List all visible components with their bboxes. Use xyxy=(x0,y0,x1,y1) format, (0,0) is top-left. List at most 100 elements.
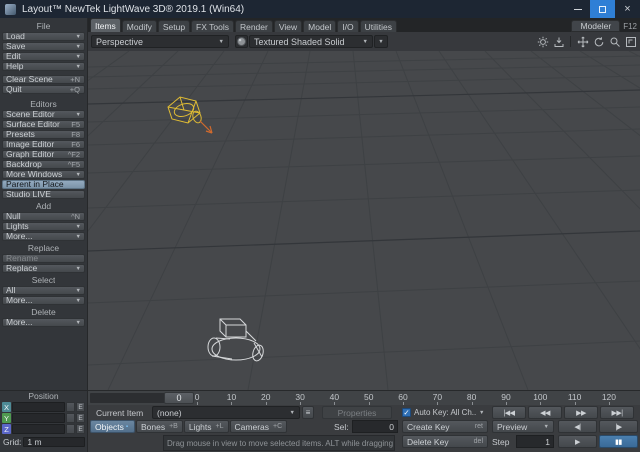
envelope-button[interactable]: E xyxy=(76,424,85,434)
sidebar-item[interactable]: Load ▼ xyxy=(2,32,85,41)
shading-mode-icon[interactable] xyxy=(235,35,248,48)
menu-tab[interactable]: View xyxy=(274,20,302,32)
edit-mode-button[interactable]: Lights +L xyxy=(184,420,229,433)
viewport-settings-button[interactable] xyxy=(536,35,549,48)
sidebar-item[interactable]: Graph Editor ^F2 xyxy=(2,150,85,159)
sidebar-item[interactable]: Save ▼ xyxy=(2,42,85,51)
sidebar-item[interactable]: Lights ▼ xyxy=(2,222,85,231)
transport-button[interactable]: ◀| xyxy=(558,420,597,433)
timeline-ruler: 0102030405060708090100110120 xyxy=(180,391,626,405)
axis-value-field[interactable] xyxy=(12,413,65,423)
chevron-down-icon: ▼ xyxy=(76,34,81,40)
grid-size-field[interactable]: 1 m xyxy=(23,437,85,447)
axis-value-field[interactable] xyxy=(12,424,65,434)
timeline-label: 20 xyxy=(249,391,283,405)
create-key-button[interactable]: Create Key ret xyxy=(402,420,488,433)
sidebar-item-shortcut: F8 xyxy=(71,130,80,139)
viewport-nav-icons xyxy=(536,35,637,48)
transport-button[interactable]: ◀◀ xyxy=(528,406,562,419)
transport-button[interactable]: ▶▶| xyxy=(600,406,634,419)
item-list-button[interactable]: ≡ xyxy=(302,406,314,419)
sidebar-item[interactable]: Surface Editor F5 xyxy=(2,120,85,129)
transport-button[interactable]: |▶ xyxy=(599,420,638,433)
sidebar-item[interactable]: More... ▼ xyxy=(2,296,85,305)
rotate-view-button[interactable] xyxy=(592,35,605,48)
modeler-button[interactable]: Modeler xyxy=(571,20,620,32)
object-wireframe[interactable] xyxy=(208,319,265,362)
toolbar-divider xyxy=(570,36,571,47)
sidebar-item[interactable]: Image Editor F6 xyxy=(2,140,85,149)
gear-icon xyxy=(537,36,549,48)
menu-tab[interactable]: I/O xyxy=(337,20,358,32)
viewport-3d[interactable] xyxy=(88,51,640,390)
transport-button[interactable]: ▶ xyxy=(558,435,597,448)
menu-tab[interactable]: Render xyxy=(235,20,273,32)
edit-mode-button[interactable]: Cameras +C xyxy=(230,420,288,433)
download-icon xyxy=(553,36,565,48)
transport-button[interactable]: ▶▶ xyxy=(564,406,598,419)
sidebar-item[interactable]: More... ▼ xyxy=(2,318,85,327)
close-button[interactable]: × xyxy=(615,0,640,18)
shading-mode-dropdown[interactable]: Textured Shaded Solid ▼ xyxy=(249,35,373,48)
delete-key-shortcut: del xyxy=(474,438,483,445)
sidebar-item[interactable]: Rename xyxy=(2,254,85,263)
menu-tab[interactable]: FX Tools xyxy=(191,20,234,32)
preview-dropdown[interactable]: Preview ▼ xyxy=(492,420,554,433)
sidebar-item[interactable]: Clear Scene +N xyxy=(2,75,85,84)
transport-button[interactable]: |◀◀ xyxy=(492,406,526,419)
sidebar-item[interactable]: All ▼ xyxy=(2,286,85,295)
menu-tab[interactable]: Items xyxy=(90,18,121,32)
sidebar-item[interactable]: Studio LIVE xyxy=(2,190,85,199)
sidebar-item[interactable]: Scene Editor ▼ xyxy=(2,110,85,119)
lightwave-layout-window: Layout™ NewTek LightWave 3D® 2019.1 (Win… xyxy=(0,0,640,452)
titlebar: Layout™ NewTek LightWave 3D® 2019.1 (Win… xyxy=(0,0,640,18)
sidebar-item[interactable]: Backdrop ^F5 xyxy=(2,160,85,169)
edit-mode-buttons: Objects ▪ Bones +B Lights +L Cameras +C xyxy=(90,420,287,433)
sidebar-item[interactable]: Presets F8 xyxy=(2,130,85,139)
pan-view-button[interactable] xyxy=(576,35,589,48)
menu-tab[interactable]: Setup xyxy=(158,20,190,32)
mini-slider-button[interactable] xyxy=(66,413,75,423)
checkbox-checked-icon[interactable]: ✓ xyxy=(402,408,411,417)
auto-key-toggle[interactable]: ✓ Auto Key: All Ch... ▼ xyxy=(402,406,490,419)
axis-value-field[interactable] xyxy=(12,402,65,412)
sidebar-item[interactable]: Replace ▼ xyxy=(2,264,85,273)
sidebar-item[interactable]: More... ▼ xyxy=(2,232,85,241)
timeline-label: 60 xyxy=(386,391,420,405)
shading-extra-dropdown[interactable]: ▼ xyxy=(374,35,388,48)
move-handle-arrow[interactable] xyxy=(200,121,212,133)
mini-slider-button[interactable] xyxy=(66,424,75,434)
step-field[interactable]: 1 xyxy=(516,435,554,448)
envelope-button[interactable]: E xyxy=(76,413,85,423)
position-header: Position xyxy=(0,391,87,401)
timeline[interactable]: 0 0102030405060708090100110120 xyxy=(88,391,640,405)
minimize-button[interactable] xyxy=(565,0,590,18)
sidebar-item[interactable]: Quit +Q xyxy=(2,85,85,94)
snapshot-button[interactable] xyxy=(552,35,565,48)
maximize-button[interactable] xyxy=(590,0,615,18)
edit-mode-button[interactable]: Objects ▪ xyxy=(90,420,135,433)
sidebar-item[interactable]: Help ▼ xyxy=(2,62,85,71)
tabbar-right: Modeler F12 xyxy=(571,20,640,32)
menu-tab[interactable]: Model xyxy=(303,20,336,32)
envelope-button[interactable]: E xyxy=(76,402,85,412)
mini-slider-button[interactable] xyxy=(66,402,75,412)
grid-label: Grid: xyxy=(3,437,21,447)
expand-icon xyxy=(625,36,637,48)
properties-button[interactable]: Properties xyxy=(322,406,392,419)
view-type-dropdown[interactable]: Perspective ▼ xyxy=(91,35,229,48)
axis-label: Z xyxy=(2,424,11,434)
sidebar-item[interactable]: Parent in Place xyxy=(2,180,85,189)
edit-mode-button[interactable]: Bones +B xyxy=(136,420,183,433)
delete-key-button[interactable]: Delete Key del xyxy=(402,435,488,448)
maximize-viewport-button[interactable] xyxy=(624,35,637,48)
sidebar-item[interactable]: Edit ▼ xyxy=(2,52,85,61)
sidebar-item[interactable]: Null ^N xyxy=(2,212,85,221)
sidebar-item xyxy=(2,72,85,74)
sidebar-item[interactable]: More Windows ▼ xyxy=(2,170,85,179)
menu-tab[interactable]: Modify xyxy=(122,20,157,32)
menu-tab[interactable]: Utilities xyxy=(360,20,397,32)
zoom-view-button[interactable] xyxy=(608,35,621,48)
transport-button[interactable]: ▮▮ xyxy=(599,435,638,448)
current-item-dropdown[interactable]: (none) ▼ xyxy=(152,406,300,419)
